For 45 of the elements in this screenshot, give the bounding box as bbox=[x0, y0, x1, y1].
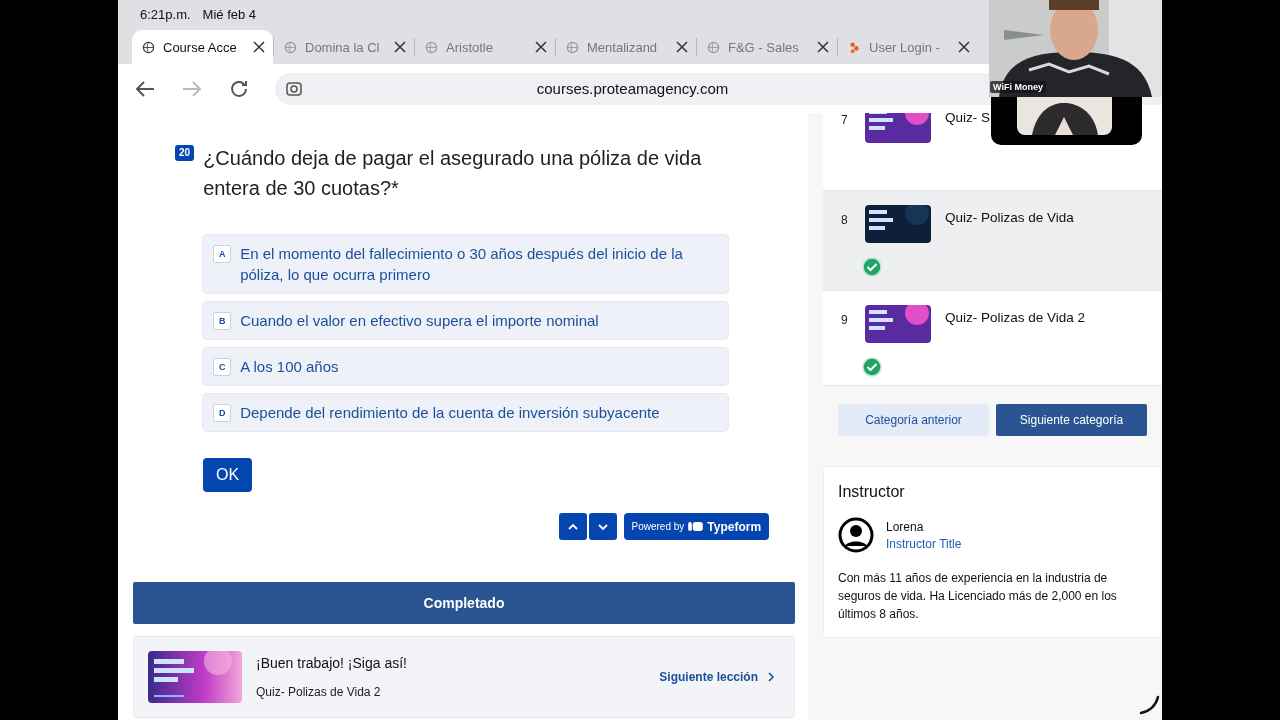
next-category-button[interactable]: Siguiente categoría bbox=[996, 404, 1147, 436]
close-icon[interactable] bbox=[958, 41, 970, 53]
close-icon[interactable] bbox=[253, 41, 265, 53]
instructor-name: Lorena bbox=[886, 519, 925, 534]
instructor-title: Instructor Title bbox=[886, 536, 962, 551]
close-icon[interactable] bbox=[394, 41, 406, 53]
chevron-right-icon bbox=[766, 672, 776, 682]
avatar-icon bbox=[838, 517, 874, 553]
close-icon[interactable] bbox=[817, 41, 829, 53]
instructor-bio: Con más 11 años de experiencia en la industria de seguros de vida. Ha Licenciado más de 2,000 en los últimos 8 años. bbox=[838, 570, 1118, 623]
spinner-icon bbox=[1138, 694, 1160, 716]
answer-option[interactable]: B Cuando el valor en efectivo supera el importe nominal bbox=[203, 302, 729, 339]
lesson-item[interactable]: 9 Quiz- Polizas de Vida 2 bbox=[823, 291, 1162, 385]
answer-option[interactable]: D Depende del rendimiento de la cuenta de inversión subyacente bbox=[203, 394, 729, 431]
answer-option[interactable]: A En el momento del fallecimiento o 30 años después del inicio de la póliza, lo que ocurra primero bbox=[203, 235, 729, 293]
previous-question-button[interactable] bbox=[558, 513, 587, 540]
app-icon bbox=[848, 40, 861, 54]
globe-icon bbox=[425, 40, 438, 54]
browser-tab[interactable]: Domina la Cl bbox=[273, 38, 414, 56]
close-icon[interactable] bbox=[535, 41, 547, 53]
completed-button[interactable]: Completado bbox=[133, 582, 795, 624]
typeform-brand: Typeform bbox=[707, 519, 762, 534]
instructor-heading: Instructor bbox=[838, 483, 906, 501]
next-lesson-title: Quiz- Polizas de Vida 2 bbox=[256, 685, 382, 699]
lesson-item[interactable]: 8 Quiz- Polizas de Vida bbox=[823, 191, 1162, 291]
answer-option[interactable]: C A los 100 años bbox=[203, 348, 729, 385]
globe-icon bbox=[142, 40, 155, 54]
encouragement-text: ¡Buen trabajo! ¡Siga así! bbox=[256, 655, 408, 671]
status-time: 6:21p.m. bbox=[140, 6, 191, 22]
browser-tab[interactable]: Course Acce bbox=[132, 30, 273, 64]
globe-icon bbox=[566, 40, 579, 54]
previous-category-button[interactable]: Categoría anterior bbox=[838, 404, 989, 436]
lens-icon[interactable] bbox=[285, 79, 303, 98]
browser-tab[interactable]: Aristotle bbox=[414, 38, 555, 56]
question-text: ¿Cuándo deja de pagar el asegurado una póliza de vida entera de 30 cuotas?* bbox=[203, 146, 703, 201]
close-icon[interactable] bbox=[676, 41, 688, 53]
powered-by-text: Powered by bbox=[631, 521, 685, 532]
next-lesson-link[interactable]: Siguiente lección bbox=[659, 670, 776, 684]
status-date: Mié feb 4 bbox=[202, 6, 257, 22]
question-number: 20 bbox=[175, 145, 195, 161]
next-question-button[interactable] bbox=[588, 513, 617, 540]
globe-icon bbox=[284, 40, 297, 54]
typeform-logo-icon bbox=[688, 521, 704, 532]
ok-button[interactable]: OK bbox=[203, 458, 253, 492]
globe-icon bbox=[707, 40, 720, 54]
